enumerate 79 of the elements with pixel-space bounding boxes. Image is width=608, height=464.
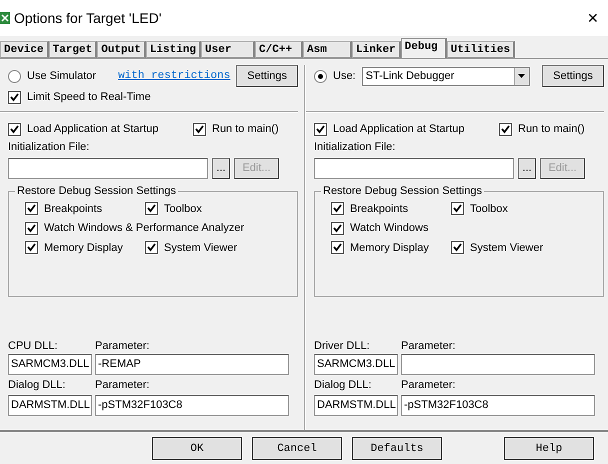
checkbox-label: Watch Windows & Performance Analyzer xyxy=(44,222,244,234)
field-label: Initialization File: xyxy=(314,141,396,153)
tab[interactable]: Linker xyxy=(352,41,401,58)
browse-button[interactable]: ... xyxy=(518,158,536,178)
dll-field[interactable]: SARMCM3.DLL xyxy=(314,354,398,375)
tab[interactable]: Debug xyxy=(400,38,447,58)
tab[interactable]: Output xyxy=(97,41,146,58)
dll-field[interactable]: DARMSTM.DLL xyxy=(314,395,398,416)
window-title: Options for Target 'LED' xyxy=(14,10,162,26)
dialog-button[interactable]: Help xyxy=(504,437,594,460)
settings-button[interactable]: Settings xyxy=(236,65,298,87)
checkbox[interactable] xyxy=(8,90,21,104)
radio-button[interactable] xyxy=(314,70,327,82)
tab[interactable]: Utilities xyxy=(446,41,516,58)
checkbox-label: Memory Display xyxy=(44,242,123,254)
checkbox-label: Load Application at Startup xyxy=(333,123,466,135)
dialog-button[interactable]: Defaults xyxy=(352,437,442,460)
checkbox[interactable] xyxy=(331,241,344,254)
checkbox-label: System Viewer xyxy=(470,242,544,254)
init-file-field[interactable] xyxy=(314,158,514,178)
checkbox[interactable] xyxy=(499,122,512,136)
dll-label: CPU DLL: xyxy=(8,339,59,352)
checkbox-label: Toolbox xyxy=(164,202,202,215)
dropdown-arrow-icon xyxy=(518,74,526,78)
parameter-field[interactable]: -REMAP xyxy=(95,354,289,375)
settings-button[interactable]: Settings xyxy=(542,65,604,87)
browse-button[interactable]: ... xyxy=(212,158,230,178)
checkbox[interactable] xyxy=(25,241,38,254)
checkbox-label: Breakpoints xyxy=(44,202,102,215)
checkbox-label: Run to main() xyxy=(212,123,279,135)
checkbox[interactable] xyxy=(451,241,464,254)
parameter-field[interactable] xyxy=(401,354,595,375)
parameter-label: Parameter: xyxy=(401,339,456,352)
radio-button[interactable] xyxy=(8,70,21,82)
checkbox[interactable] xyxy=(314,122,327,136)
restrictions-link[interactable]: with restrictions xyxy=(118,70,230,82)
tab[interactable]: Listing xyxy=(146,41,202,58)
checkbox[interactable] xyxy=(145,241,158,254)
tab[interactable]: User xyxy=(201,41,256,58)
tab[interactable]: Device xyxy=(0,41,49,58)
close-button[interactable]: ✕ xyxy=(578,10,608,26)
radio-label: Use: xyxy=(333,70,356,82)
checkbox[interactable] xyxy=(8,122,21,136)
checkbox-label: Load Application at Startup xyxy=(27,123,160,135)
group-title: Restore Debug Session Settings xyxy=(322,185,483,197)
dll-label: Driver DLL: xyxy=(314,339,371,352)
group-title: Restore Debug Session Settings xyxy=(16,185,177,197)
tab[interactable]: Asm xyxy=(303,41,352,58)
parameter-field[interactable]: -pSTM32F103C8 xyxy=(95,395,289,416)
checkbox-label: Limit Speed to Real-Time xyxy=(27,91,151,103)
tab[interactable]: Target xyxy=(48,41,98,58)
dll-label: Dialog DLL: xyxy=(8,378,66,391)
field-label: Initialization File: xyxy=(8,141,90,153)
checkbox[interactable] xyxy=(25,202,38,216)
parameter-label: Parameter: xyxy=(95,339,150,352)
dialog-button[interactable]: OK xyxy=(152,437,242,460)
debugger-dropdown[interactable]: ST-Link Debugger xyxy=(362,66,530,86)
checkbox[interactable] xyxy=(451,202,464,216)
dialog-button[interactable]: Cancel xyxy=(252,437,342,460)
checkbox-label: Memory Display xyxy=(350,242,429,254)
dll-field[interactable]: SARMCM3.DLL xyxy=(8,354,92,375)
checkbox[interactable] xyxy=(331,222,344,235)
checkbox-label: Run to main() xyxy=(518,123,585,135)
tab[interactable]: C/C++ xyxy=(255,41,304,58)
init-file-field[interactable] xyxy=(8,158,208,178)
checkbox-label: Watch Windows xyxy=(350,222,428,234)
radio-label: Use Simulator xyxy=(27,70,96,82)
dll-label: Dialog DLL: xyxy=(314,378,372,391)
checkbox[interactable] xyxy=(145,202,158,216)
checkbox[interactable] xyxy=(331,202,344,216)
parameter-field[interactable]: -pSTM32F103C8 xyxy=(401,395,595,416)
parameter-label: Parameter: xyxy=(95,378,150,391)
checkbox[interactable] xyxy=(25,222,38,235)
checkbox-label: Breakpoints xyxy=(350,202,408,215)
checkbox-label: System Viewer xyxy=(164,242,238,254)
checkbox-label: Toolbox xyxy=(470,202,508,215)
dll-field[interactable]: DARMSTM.DLL xyxy=(8,395,92,416)
parameter-label: Parameter: xyxy=(401,378,456,391)
checkbox[interactable] xyxy=(193,122,206,136)
